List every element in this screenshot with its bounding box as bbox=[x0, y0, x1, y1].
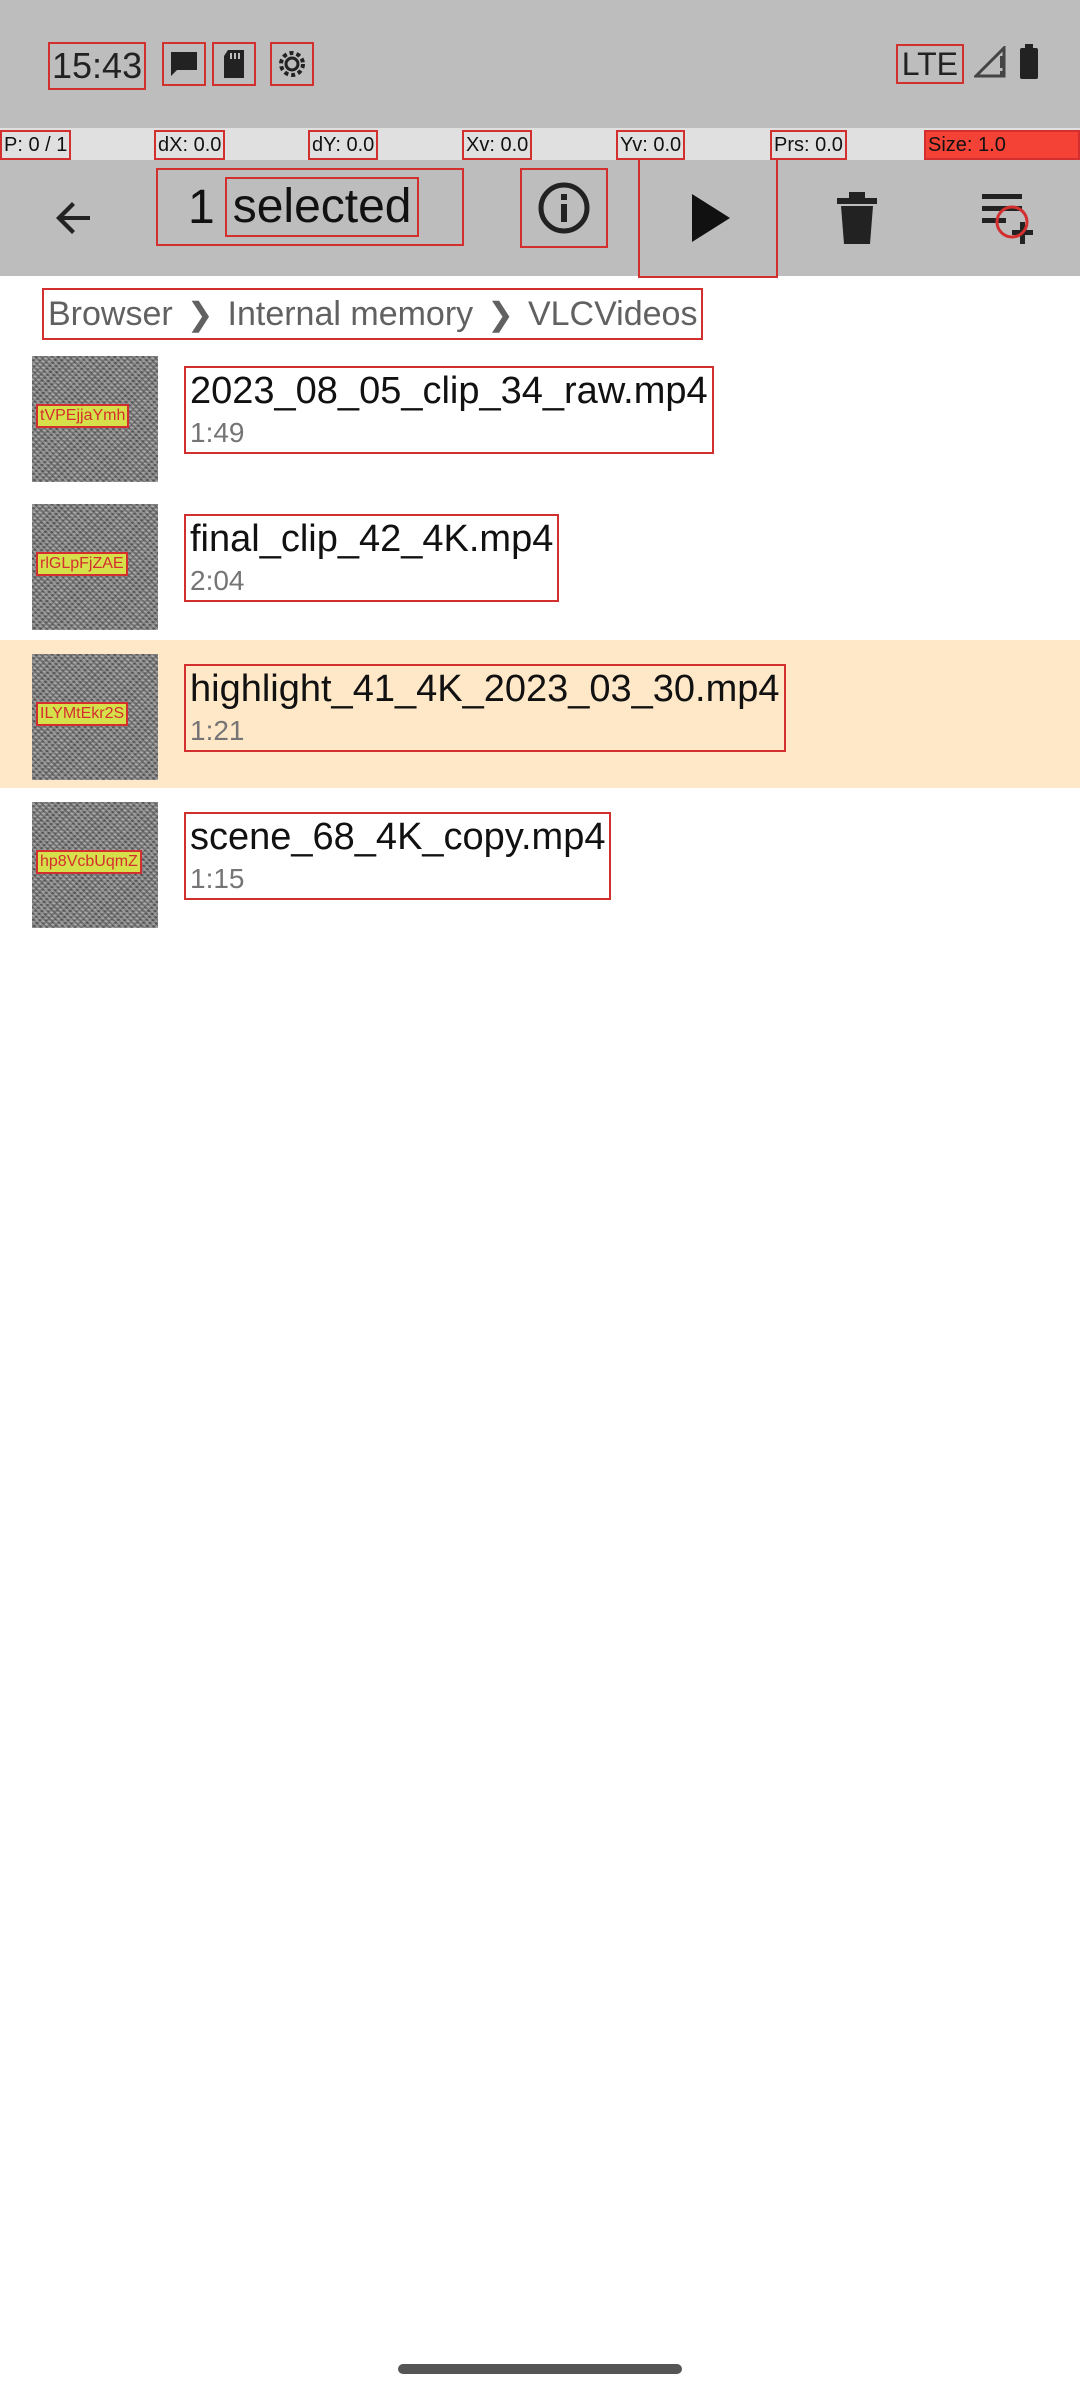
file-name: final_clip_42_4K.mp4 bbox=[190, 518, 554, 560]
trash-icon bbox=[837, 192, 877, 244]
pointer-dy: dY: 0.0 bbox=[308, 130, 379, 160]
play-icon bbox=[692, 194, 730, 242]
battery-icon bbox=[1018, 43, 1040, 85]
playlist-add-icon bbox=[982, 194, 1033, 244]
play-button[interactable] bbox=[638, 160, 778, 278]
file-name: highlight_41_4K_2023_03_30.mp4 bbox=[190, 668, 780, 710]
file-info: 2023_08_05_clip_34_raw.mp4 1:49 bbox=[184, 366, 714, 454]
file-name: 2023_08_05_clip_34_raw.mp4 bbox=[190, 370, 708, 412]
video-thumbnail: rlGLpFjZAE bbox=[32, 504, 158, 630]
info-button[interactable] bbox=[520, 168, 608, 248]
breadcrumb-item-internal-memory[interactable]: Internal memory bbox=[228, 295, 474, 334]
pointer-xv: Xv: 0.0 bbox=[462, 130, 533, 160]
breadcrumb: Browser ❯ Internal memory ❯ VLCVideos bbox=[42, 288, 704, 340]
signal-icon bbox=[972, 43, 1008, 83]
file-duration: 1:15 bbox=[190, 863, 245, 894]
pointer-prs: Prs: 0.0 bbox=[770, 130, 847, 160]
file-name: scene_68_4K_copy.mp4 bbox=[190, 816, 606, 858]
list-item[interactable]: hp8VcbUqmZ scene_68_4K_copy.mp4 1:15 bbox=[0, 788, 1080, 936]
thumbnail-text: hp8VcbUqmZ bbox=[36, 850, 142, 874]
thumbnail-text: rlGLpFjZAE bbox=[36, 552, 128, 576]
delete-button[interactable] bbox=[812, 160, 902, 276]
pointer-size: Size: 1.0 bbox=[924, 130, 1080, 160]
status-right-group: LTE bbox=[895, 42, 1040, 86]
chevron-right-icon: ❯ bbox=[186, 296, 214, 332]
breadcrumb-item-vlcvideos[interactable]: VLCVideos bbox=[528, 295, 698, 334]
file-info: scene_68_4K_copy.mp4 1:15 bbox=[184, 812, 612, 900]
status-time: 15:43 bbox=[48, 42, 147, 90]
file-info: highlight_41_4K_2023_03_30.mp4 1:21 bbox=[184, 664, 786, 752]
list-item[interactable]: tVPEjjaYmh 2023_08_05_clip_34_raw.mp4 1:… bbox=[0, 342, 1080, 490]
info-icon bbox=[538, 182, 590, 234]
home-indicator[interactable] bbox=[398, 2364, 682, 2374]
gear-icon bbox=[270, 42, 314, 86]
file-info: final_clip_42_4K.mp4 2:04 bbox=[184, 514, 560, 602]
video-thumbnail: hp8VcbUqmZ bbox=[32, 802, 158, 928]
thumbnail-text: ILYMtEkr2S bbox=[36, 702, 129, 726]
pointer-count: P: 0 / 1 bbox=[0, 130, 72, 160]
selection-count: 1 selected bbox=[156, 168, 464, 246]
list-item-selected[interactable]: ILYMtEkr2S highlight_41_4K_2023_03_30.mp… bbox=[0, 640, 1080, 788]
chevron-right-icon: ❯ bbox=[487, 296, 514, 332]
pointer-location-bar: P: 0 / 1 dX: 0.0 dY: 0.0 Xv: 0.0 Yv: 0.0… bbox=[0, 128, 1080, 160]
chat-icon bbox=[162, 42, 206, 86]
selected-count-number: 1 bbox=[188, 180, 215, 234]
arrow-back-icon bbox=[56, 202, 90, 234]
status-bar: 15:43 LTE bbox=[0, 0, 1080, 128]
pointer-yv: Yv: 0.0 bbox=[616, 130, 686, 160]
back-button[interactable] bbox=[30, 160, 118, 276]
file-duration: 1:21 bbox=[190, 715, 245, 746]
add-to-playlist-button[interactable] bbox=[958, 160, 1058, 276]
list-item[interactable]: rlGLpFjZAE final_clip_42_4K.mp4 2:04 bbox=[0, 490, 1080, 638]
selection-toolbar: 1 selected bbox=[0, 160, 1080, 278]
sd-card-icon bbox=[212, 42, 256, 86]
video-thumbnail: ILYMtEkr2S bbox=[32, 654, 158, 780]
breadcrumb-item-browser[interactable]: Browser bbox=[48, 295, 173, 334]
video-thumbnail: tVPEjjaYmh bbox=[32, 356, 158, 482]
selected-label: selected bbox=[224, 177, 420, 237]
file-duration: 2:04 bbox=[190, 565, 245, 596]
pointer-dx: dX: 0.0 bbox=[154, 130, 226, 160]
file-duration: 1:49 bbox=[190, 417, 245, 448]
network-type: LTE bbox=[895, 44, 964, 84]
thumbnail-text: tVPEjjaYmh bbox=[36, 404, 130, 428]
